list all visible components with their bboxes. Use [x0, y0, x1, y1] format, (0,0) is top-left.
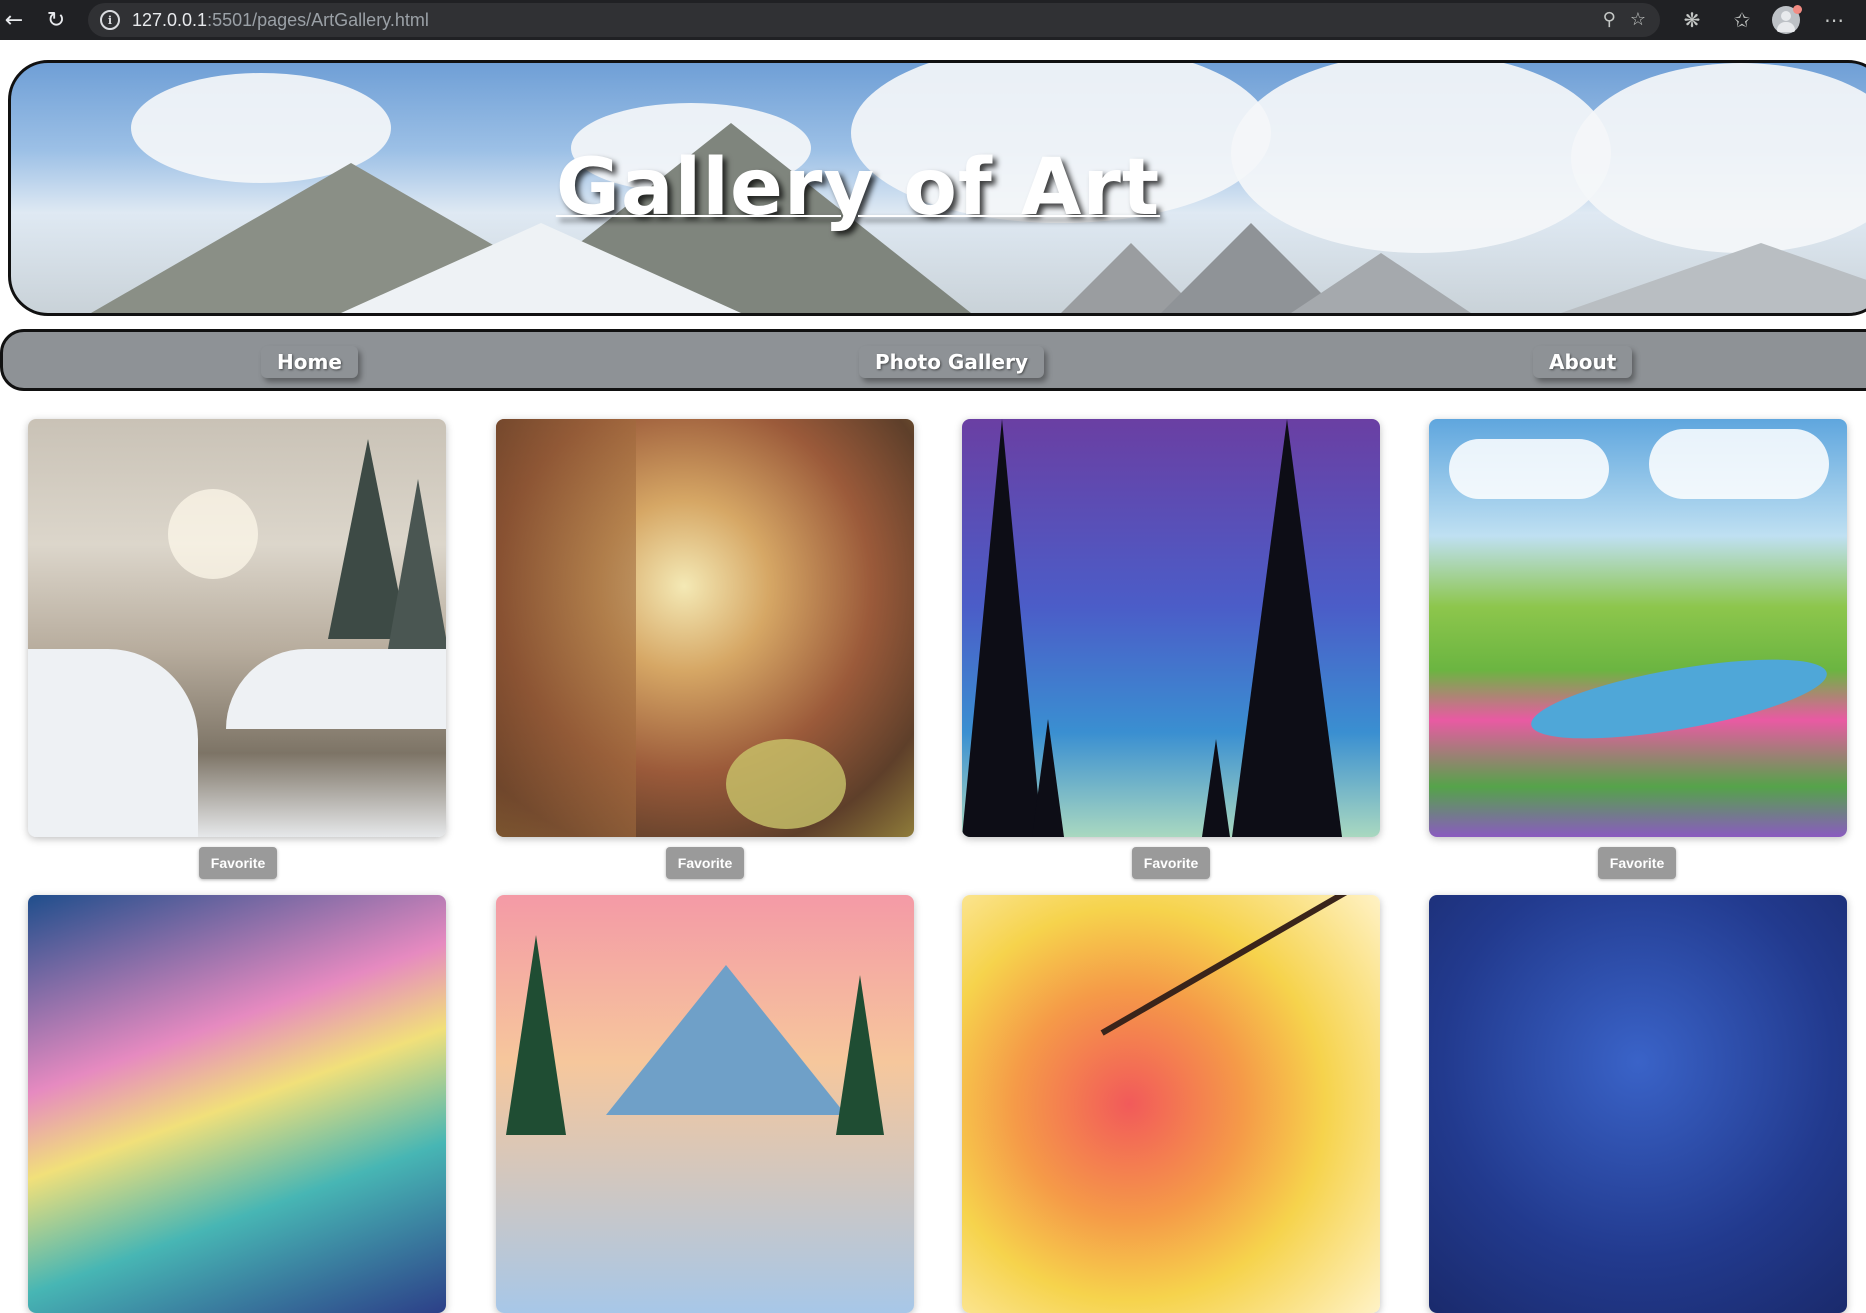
- gallery-image[interactable]: [962, 895, 1380, 1313]
- favorite-button[interactable]: Favorite: [1598, 847, 1676, 879]
- favorites-icon[interactable]: ✩: [1728, 6, 1756, 34]
- address-bar[interactable]: i 127.0.0.1:5501/pages/ArtGallery.html ⚲…: [88, 3, 1660, 37]
- favorite-button[interactable]: Favorite: [666, 847, 744, 879]
- favorite-button[interactable]: Favorite: [199, 847, 277, 879]
- back-arrow-icon[interactable]: ←: [0, 6, 28, 34]
- main-nav: Home Photo Gallery About: [0, 329, 1866, 391]
- gallery-image[interactable]: [1429, 419, 1847, 837]
- gallery-image[interactable]: [1429, 895, 1847, 1313]
- favorite-button[interactable]: Favorite: [1132, 847, 1210, 879]
- gallery-image[interactable]: [962, 419, 1380, 837]
- nav-photo-gallery[interactable]: Photo Gallery: [859, 346, 1044, 378]
- more-menu-icon[interactable]: ⋯: [1820, 6, 1848, 34]
- browser-toolbar: ← ↻ i 127.0.0.1:5501/pages/ArtGallery.ht…: [0, 0, 1866, 40]
- bookmark-star-icon[interactable]: ☆: [1630, 9, 1646, 30]
- gallery-image[interactable]: [28, 419, 446, 837]
- gallery-image[interactable]: [496, 895, 914, 1313]
- profile-avatar[interactable]: [1772, 5, 1802, 34]
- url-text[interactable]: 127.0.0.1:5501/pages/ArtGallery.html: [132, 10, 429, 31]
- header-banner: Gallery of Art: [8, 60, 1866, 316]
- reload-icon[interactable]: ↻: [42, 6, 70, 34]
- gallery-image[interactable]: [28, 895, 446, 1313]
- gallery-image[interactable]: [496, 419, 914, 837]
- page-title: Gallery of Art: [555, 143, 1161, 233]
- url-host: 127.0.0.1: [132, 9, 208, 30]
- extensions-icon[interactable]: ❋: [1678, 6, 1706, 34]
- url-path: :5501/pages/ArtGallery.html: [207, 9, 429, 30]
- site-info-icon[interactable]: i: [100, 10, 120, 30]
- nav-home[interactable]: Home: [261, 346, 358, 378]
- nav-about[interactable]: About: [1533, 346, 1633, 378]
- zoom-icon[interactable]: ⚲: [1603, 9, 1616, 30]
